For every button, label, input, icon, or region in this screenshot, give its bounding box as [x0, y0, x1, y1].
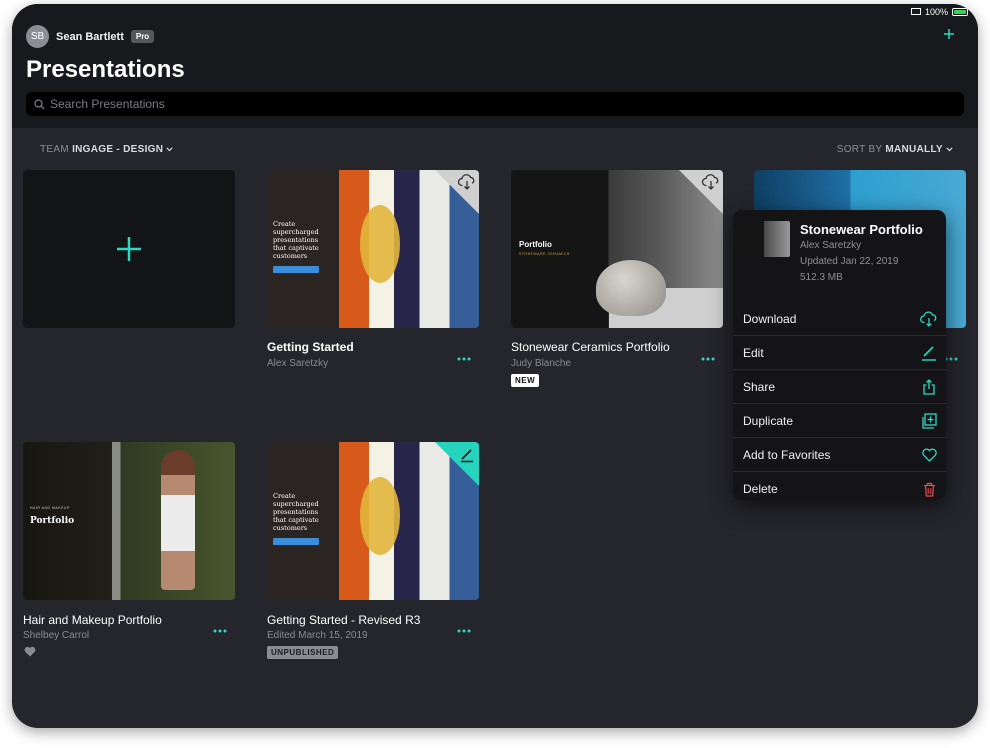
chevron-down-icon: [946, 147, 953, 152]
thumbnail-kicker: HAIR AND MAKEUP: [30, 506, 70, 510]
thumbnail-button: [273, 266, 319, 273]
favorite-indicator[interactable]: [24, 645, 36, 660]
status-badge: NEW: [511, 374, 540, 387]
presentation-options-popover: Stonewear Portfolio Alex Saretzky Update…: [733, 210, 946, 500]
card-subtitle: Judy Blanche: [511, 358, 572, 369]
plus-icon: [117, 237, 141, 261]
status-bar: 100%: [910, 7, 968, 17]
battery-icon: [952, 8, 968, 16]
menu-item-label: Delete: [743, 482, 778, 496]
team-value: INGAGE - DESIGN: [72, 144, 164, 155]
ellipsis-icon: [457, 629, 471, 633]
sort-value: MANUALLY: [885, 144, 943, 155]
ellipsis-icon: [944, 357, 958, 361]
menu-item-label: Download: [743, 311, 797, 326]
plan-badge: Pro: [130, 30, 155, 43]
card-subtitle: Shelbey Carrol: [23, 630, 90, 641]
menu-item-favorite[interactable]: Add to Favorites: [733, 438, 946, 472]
thumbnail-button: [273, 538, 319, 545]
ipad-screen: 100% SB Sean Bartlett Pro Presentations …: [12, 4, 978, 728]
cloud-download-icon: [458, 174, 475, 190]
presentation-thumbnail[interactable]: HAIR AND MAKEUP Portfolio: [23, 442, 235, 600]
thumbnail-graphic: [360, 204, 401, 283]
user-name: Sean Bartlett: [56, 30, 124, 43]
pencil-icon: [461, 449, 473, 463]
cloud-download-icon: [702, 174, 719, 190]
menu-item-duplicate[interactable]: Duplicate: [733, 404, 946, 438]
new-presentation-tile[interactable]: [23, 170, 235, 328]
trash-icon: [920, 480, 938, 498]
menu-item-share[interactable]: Share: [733, 370, 946, 404]
duplicate-icon: [920, 412, 938, 430]
thumbnail-headline: Create supercharged presentations that c…: [273, 220, 319, 260]
popover-size: 512.3 MB: [800, 272, 843, 283]
share-icon: [920, 378, 938, 396]
more-options-button[interactable]: [457, 352, 471, 361]
menu-item-delete[interactable]: Delete: [733, 472, 946, 500]
page-title: Presentations: [26, 56, 185, 83]
card-subtitle: Alex Saretzky: [267, 358, 329, 369]
card-title[interactable]: Stonewear Ceramics Portfolio: [511, 340, 670, 354]
card-title[interactable]: Getting Started: [267, 340, 354, 354]
thumbnail-subtitle: STONEWARE CERAMICS: [519, 252, 570, 256]
more-options-button[interactable]: [944, 352, 958, 361]
menu-item-label: Add to Favorites: [743, 447, 831, 462]
team-label: TEAM: [40, 144, 69, 155]
user-profile[interactable]: SB Sean Bartlett Pro: [26, 25, 155, 48]
thumbnail-headline: Create supercharged presentations that c…: [273, 492, 319, 532]
thumbnail-graphic: [360, 476, 401, 555]
popover-author: Alex Saretzky: [800, 240, 862, 251]
battery-percent: 100%: [924, 7, 948, 17]
pencil-icon: [920, 344, 938, 362]
cloud-download-icon: [920, 310, 938, 328]
heart-icon: [920, 446, 938, 464]
menu-item-edit[interactable]: Edit: [733, 336, 946, 370]
status-badge: UNPUBLISHED: [267, 646, 339, 659]
plus-icon: [944, 29, 954, 39]
add-presentation-button[interactable]: [943, 28, 955, 43]
presentation-thumbnail[interactable]: Create supercharged presentations that c…: [267, 442, 479, 600]
menu-item-label: Share: [743, 379, 776, 394]
thumbnail-photo: [160, 450, 195, 590]
more-options-button[interactable]: [701, 352, 715, 361]
card-title[interactable]: Getting Started - Revised R3: [267, 613, 420, 627]
avatar[interactable]: SB: [26, 25, 49, 48]
screen-mirroring-icon: [910, 8, 921, 15]
search-field[interactable]: Search Presentations: [26, 92, 964, 116]
menu-item-label: Edit: [743, 345, 764, 360]
ellipsis-icon: [213, 629, 227, 633]
app-header: 100% SB Sean Bartlett Pro Presentations …: [12, 4, 978, 128]
thumbnail-title: Portfolio: [519, 240, 552, 249]
team-filter[interactable]: TEAM INGAGE - DESIGN: [40, 144, 173, 155]
popover-menu: Download Edit Share Duplicate Add to Fav…: [733, 302, 946, 500]
ellipsis-icon: [457, 357, 471, 361]
chevron-down-icon: [166, 147, 173, 152]
presentation-thumbnail[interactable]: Portfolio STONEWARE CERAMICS: [511, 170, 723, 328]
menu-item-label: Duplicate: [743, 413, 794, 428]
search-placeholder: Search Presentations: [50, 97, 165, 111]
popover-thumbnail: [742, 221, 790, 257]
heart-icon: [24, 646, 36, 657]
search-icon: [34, 98, 45, 109]
thumbnail-title: Portfolio: [30, 516, 75, 526]
sort-control[interactable]: SORT BY MANUALLY: [837, 144, 953, 155]
popover-title: Stonewear Portfolio: [800, 222, 923, 237]
more-options-button[interactable]: [457, 624, 471, 633]
more-options-button[interactable]: [213, 624, 227, 633]
thumbnail-bowl: [595, 260, 666, 316]
card-subtitle: Edited March 15, 2019: [267, 630, 368, 641]
ellipsis-icon: [701, 357, 715, 361]
sort-label: SORT BY: [836, 144, 883, 155]
popover-updated: Updated Jan 22, 2019: [800, 256, 899, 267]
card-title[interactable]: Hair and Makeup Portfolio: [23, 613, 162, 627]
menu-item-download[interactable]: Download: [733, 302, 946, 336]
presentation-thumbnail[interactable]: Create supercharged presentations that c…: [267, 170, 479, 328]
